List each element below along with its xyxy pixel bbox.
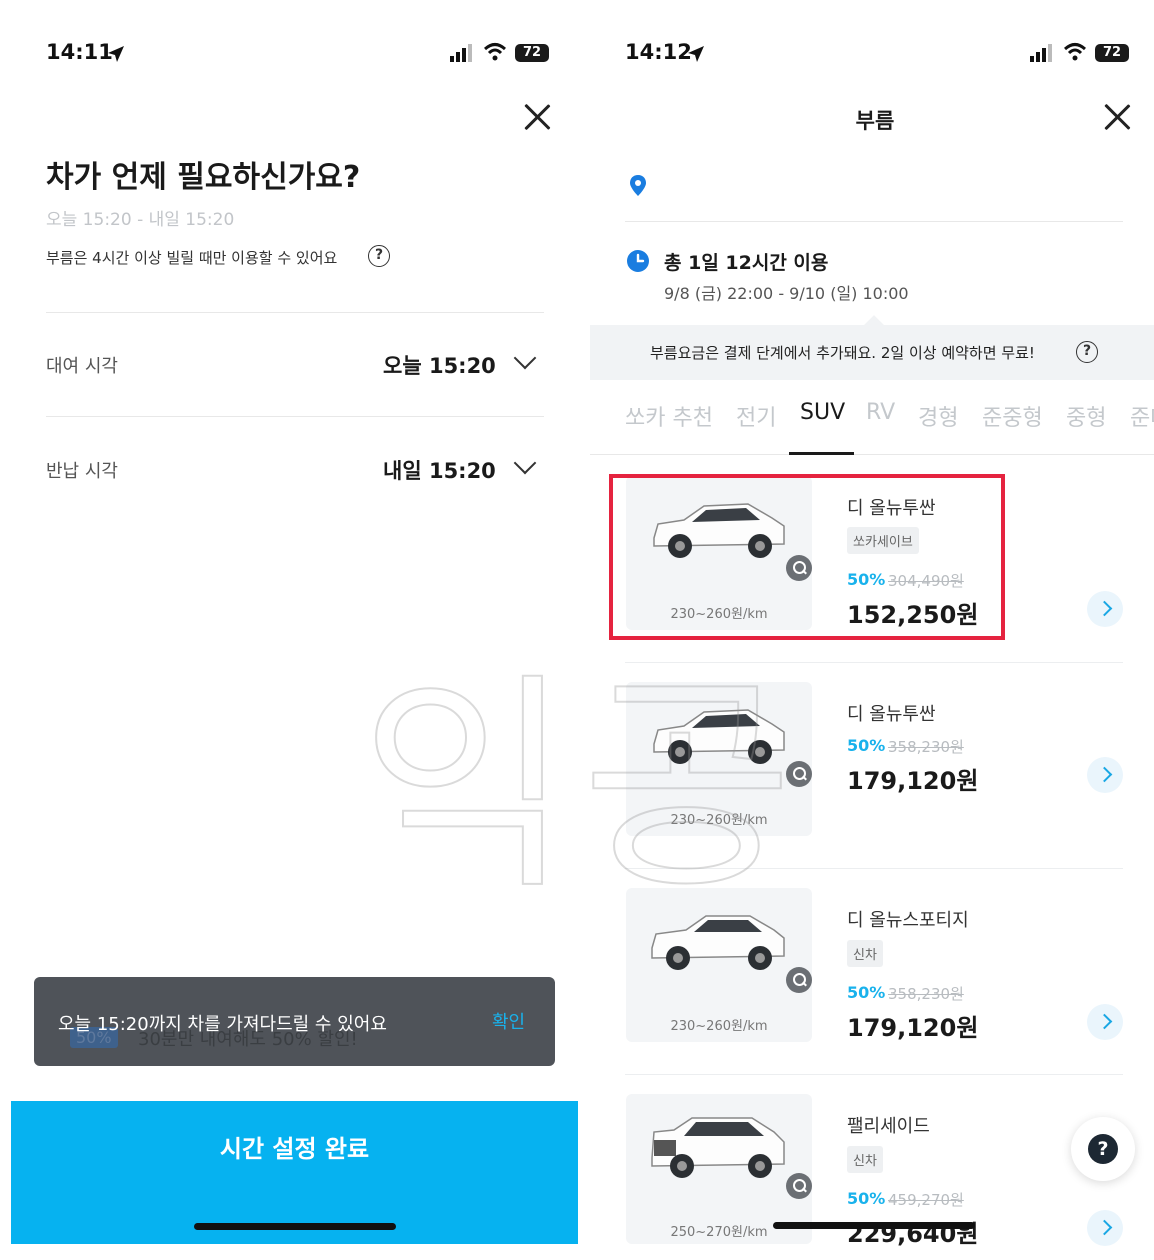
toast: 50% 30분만 내여해도 50% 할인! 오늘 15:20까지 차를 가져다드…	[34, 977, 555, 1066]
tabs-divider	[590, 454, 1154, 455]
zoom-icon[interactable]	[786, 1173, 812, 1199]
header-title: 부름	[855, 109, 895, 133]
zoom-icon[interactable]	[786, 967, 812, 993]
usage-title: 총 1일 12시간 이용	[664, 252, 829, 274]
banner-pointer	[864, 315, 884, 335]
car-name: 팰리세이드	[847, 1116, 930, 1137]
discount-percent: 50%	[847, 1189, 886, 1208]
original-price: 358,230원	[888, 985, 964, 1003]
chevron-right-icon[interactable]	[1087, 1004, 1123, 1040]
divider	[46, 416, 544, 417]
tab-semi-midsize[interactable]: 준중형	[982, 400, 1043, 432]
status-time: 14:12	[625, 40, 692, 64]
tab-suv[interactable]: SUV	[800, 400, 845, 425]
location-arrow-icon	[108, 46, 124, 62]
chevron-down-icon	[513, 451, 537, 475]
discounted-price: 229,640원	[847, 1220, 979, 1248]
tab-midsize[interactable]: 중형	[1066, 400, 1106, 432]
return-time-value: 내일 15:20	[383, 459, 496, 483]
page-title: 차가 언제 필요하신가요?	[46, 160, 361, 195]
car-name: 디 올뉴스포티지	[847, 910, 969, 931]
highlight-box	[609, 474, 1005, 640]
location-arrow-icon	[688, 46, 704, 62]
rent-time-label: 대여 시각	[46, 356, 118, 377]
chevron-right-icon[interactable]	[1087, 757, 1123, 793]
fee-notice-text: 부름요금은 결제 단계에서 추가돼요. 2일 이상 예약하면 무료!	[650, 344, 1035, 362]
battery-indicator: 72	[1095, 44, 1129, 62]
home-indicator	[773, 1222, 975, 1229]
car-icon	[651, 1117, 785, 1178]
discount-percent: 50%	[847, 983, 886, 1002]
car-image: 230~260원/km	[626, 888, 812, 1042]
tab-electric[interactable]: 전기	[736, 400, 776, 432]
divider	[625, 1074, 1123, 1075]
usage-range: 9/8 (금) 22:00 - 9/10 (일) 10:00	[664, 284, 909, 303]
divider	[625, 868, 1123, 869]
car-icon	[651, 915, 785, 970]
selected-range: 오늘 15:20 - 내일 15:20	[46, 210, 235, 230]
active-tab-indicator	[789, 452, 854, 455]
close-button[interactable]	[1100, 100, 1134, 134]
fee-notice-banner: 부름요금은 결제 단계에서 추가돼요. 2일 이상 예약하면 무료! ?	[590, 315, 1154, 380]
wifi-icon	[483, 43, 507, 61]
clock-icon	[627, 250, 649, 272]
status-time: 14:11	[46, 40, 113, 64]
original-price: 358,230원	[888, 738, 964, 756]
fuel-rate: 230~260원/km	[670, 1019, 768, 1034]
location-pin-icon[interactable]	[628, 174, 648, 198]
help-icon[interactable]: ?	[368, 245, 390, 267]
toast-message: 오늘 15:20까지 차를 가져다드릴 수 있어요	[58, 1014, 387, 1035]
toast-confirm-button[interactable]: 확인	[492, 1008, 525, 1034]
tab-recommend[interactable]: 쏘카 추천	[625, 400, 713, 432]
signal-icon	[450, 44, 472, 62]
divider	[46, 312, 544, 313]
car-image: 230~260원/km	[626, 682, 812, 836]
car-name: 디 올뉴투싼	[847, 704, 936, 725]
discounted-price: 179,120원	[847, 1014, 979, 1042]
return-time-label: 반납 시각	[46, 461, 118, 482]
complete-button-label: 시간 설정 완료	[219, 1135, 370, 1163]
help-icon: ?	[1088, 1134, 1118, 1164]
discounted-price: 179,120원	[847, 767, 979, 795]
chevron-down-icon	[513, 346, 537, 370]
chevron-right-icon[interactable]	[1087, 591, 1123, 627]
battery-indicator: 72	[515, 44, 549, 62]
help-fab[interactable]: ?	[1071, 1117, 1135, 1181]
close-button[interactable]	[520, 100, 554, 134]
divider	[625, 662, 1123, 663]
complete-button[interactable]: 시간 설정 완료	[11, 1101, 578, 1244]
discount-percent: 50%	[847, 736, 886, 755]
signal-icon	[1030, 44, 1052, 62]
help-icon[interactable]: ?	[1076, 341, 1098, 363]
car-chip: 신차	[847, 1146, 883, 1173]
car-icon	[653, 709, 785, 764]
rent-time-value: 오늘 15:20	[383, 354, 496, 378]
home-indicator	[194, 1223, 396, 1230]
tab-compact[interactable]: 경형	[918, 400, 958, 432]
zoom-icon[interactable]	[786, 761, 812, 787]
tab-rv[interactable]: RV	[866, 400, 895, 425]
divider	[625, 221, 1123, 222]
fuel-rate: 230~260원/km	[670, 813, 768, 828]
wifi-icon	[1063, 43, 1087, 61]
minimum-rental-notice: 부름은 4시간 이상 빌릴 때만 이용할 수 있어요	[46, 249, 338, 267]
car-chip: 신차	[847, 940, 883, 967]
chevron-right-icon[interactable]	[1087, 1210, 1123, 1246]
tab-semi-large[interactable]: 준대	[1130, 400, 1154, 432]
original-price: 459,270원	[888, 1191, 964, 1209]
